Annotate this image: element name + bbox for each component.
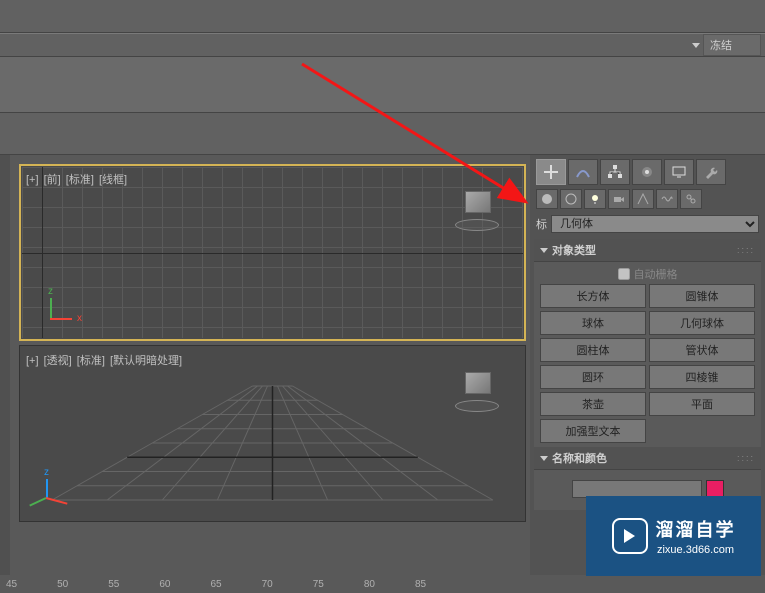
tab-display[interactable] [664, 159, 694, 185]
subcat-lights[interactable] [584, 189, 606, 209]
freeze-dropdown[interactable]: 冻结 [703, 34, 761, 56]
timeline-tick: 65 [211, 579, 222, 590]
viewport-grid-perspective [22, 348, 523, 519]
create-textplus[interactable]: 加强型文本 [540, 419, 646, 443]
timeline-tick: 80 [364, 579, 375, 590]
subcat-helpers[interactable] [632, 189, 654, 209]
category-label: 标 [536, 216, 547, 232]
viewport-perspective[interactable]: [+] [透视] [标准] [默认明暗处理] [19, 345, 526, 522]
viewports-container: [+] [前] [标准] [线框] [10, 155, 530, 575]
rollout-drag-handle[interactable]: :::: [737, 245, 755, 255]
wave-icon [660, 192, 674, 206]
watermark: 溜溜自学 zixue.3d66.com [586, 496, 761, 576]
viewport-mode1[interactable]: [标准] [77, 355, 105, 367]
rollout-drag-handle[interactable]: :::: [737, 453, 755, 463]
create-geosphere[interactable]: 几何球体 [649, 311, 755, 335]
viewport-grid-2d [22, 167, 523, 338]
watermark-url: zixue.3d66.com [657, 544, 734, 556]
wrench-icon [702, 163, 720, 181]
left-dock [0, 155, 10, 575]
viewport-name[interactable]: [前] [44, 174, 61, 186]
sphere-icon [540, 192, 554, 206]
timeline-tick: 85 [415, 579, 426, 590]
create-tube[interactable]: 管状体 [649, 338, 755, 362]
tab-modify[interactable] [568, 159, 598, 185]
tab-create[interactable] [536, 159, 566, 185]
rollout-title-object-type: 对象类型 [552, 242, 596, 258]
light-icon [588, 192, 602, 206]
viewport-name[interactable]: [透视] [44, 355, 72, 367]
command-panel-tabs [534, 159, 761, 185]
axis-gizmo-perspective [32, 463, 82, 513]
subcat-shapes[interactable] [560, 189, 582, 209]
timeline-tick: 70 [262, 579, 273, 590]
viewport-front-label[interactable]: [+] [前] [标准] [线框] [26, 171, 129, 187]
motion-icon [638, 163, 656, 181]
create-subcategories [534, 189, 761, 209]
plus-icon [542, 163, 560, 181]
tab-motion[interactable] [632, 159, 662, 185]
tab-hierarchy[interactable] [600, 159, 630, 185]
rollout-header-object-type[interactable]: 对象类型 :::: [534, 239, 761, 262]
monitor-icon [670, 163, 688, 181]
create-sphere[interactable]: 球体 [540, 311, 646, 335]
autogrid-checkbox [618, 268, 630, 280]
timeline-tick: 75 [313, 579, 324, 590]
timeline-tick: 45 [6, 579, 17, 590]
rollout-title-name-color: 名称和颜色 [552, 450, 607, 466]
viewport-mode2[interactable]: [线框] [99, 174, 127, 186]
helper-icon [636, 192, 650, 206]
hierarchy-icon [606, 163, 624, 181]
viewcube-front[interactable] [455, 183, 505, 233]
object-type-grid: 长方体 圆锥体 球体 几何球体 圆柱体 管状体 圆环 四棱锥 茶壶 平面 加强型… [540, 284, 755, 443]
viewport-mode2[interactable]: [默认明暗处理] [110, 355, 182, 367]
timeline-tick: 50 [57, 579, 68, 590]
viewport-front[interactable]: [+] [前] [标准] [线框] [19, 164, 526, 341]
subcat-cameras[interactable] [608, 189, 630, 209]
rollout-object-type: 对象类型 :::: 自动栅格 长方体 圆锥体 球体 几何球体 圆柱体 管状体 圆… [534, 239, 761, 447]
rollout-header-name-color[interactable]: 名称和颜色 :::: [534, 447, 761, 470]
viewport-perspective-label[interactable]: [+] [透视] [标准] [默认明暗处理] [26, 352, 184, 368]
create-cylinder[interactable]: 圆柱体 [540, 338, 646, 362]
ribbon-area [0, 57, 765, 113]
arc-icon [574, 163, 592, 181]
viewport-mode1[interactable]: [标准] [66, 174, 94, 186]
axis-gizmo-front [38, 288, 78, 328]
create-plane[interactable]: 平面 [649, 392, 755, 416]
create-box[interactable]: 长方体 [540, 284, 646, 308]
category-row: 标 几何体 [534, 213, 761, 235]
timeline-tick: 60 [159, 579, 170, 590]
subcat-systems[interactable] [680, 189, 702, 209]
viewcube-perspective[interactable] [455, 364, 505, 414]
link-icon [684, 192, 698, 206]
tab-utilities[interactable] [696, 159, 726, 185]
viewport-plus[interactable]: [+] [26, 174, 39, 186]
camera-icon [612, 192, 626, 206]
subcat-geometry[interactable] [536, 189, 558, 209]
toolbar-row-3 [0, 113, 765, 155]
create-torus[interactable]: 圆环 [540, 365, 646, 389]
menubar-area [0, 0, 765, 33]
autogrid-label: 自动栅格 [634, 266, 678, 282]
create-pyramid[interactable]: 四棱锥 [649, 365, 755, 389]
dropdown-arrow-icon[interactable] [692, 43, 700, 48]
subcat-spacewarps[interactable] [656, 189, 678, 209]
watermark-logo-icon [612, 518, 648, 554]
watermark-title: 溜溜自学 [656, 516, 736, 542]
category-select[interactable]: 几何体 [551, 215, 759, 233]
create-cone[interactable]: 圆锥体 [649, 284, 755, 308]
timeline-tick: 55 [108, 579, 119, 590]
toolbar-row-2: 冻结 [0, 33, 765, 57]
create-teapot[interactable]: 茶壶 [540, 392, 646, 416]
circle-icon [564, 192, 578, 206]
timeline[interactable]: 45 50 55 60 65 70 75 80 85 [0, 575, 765, 593]
viewport-plus[interactable]: [+] [26, 355, 39, 367]
